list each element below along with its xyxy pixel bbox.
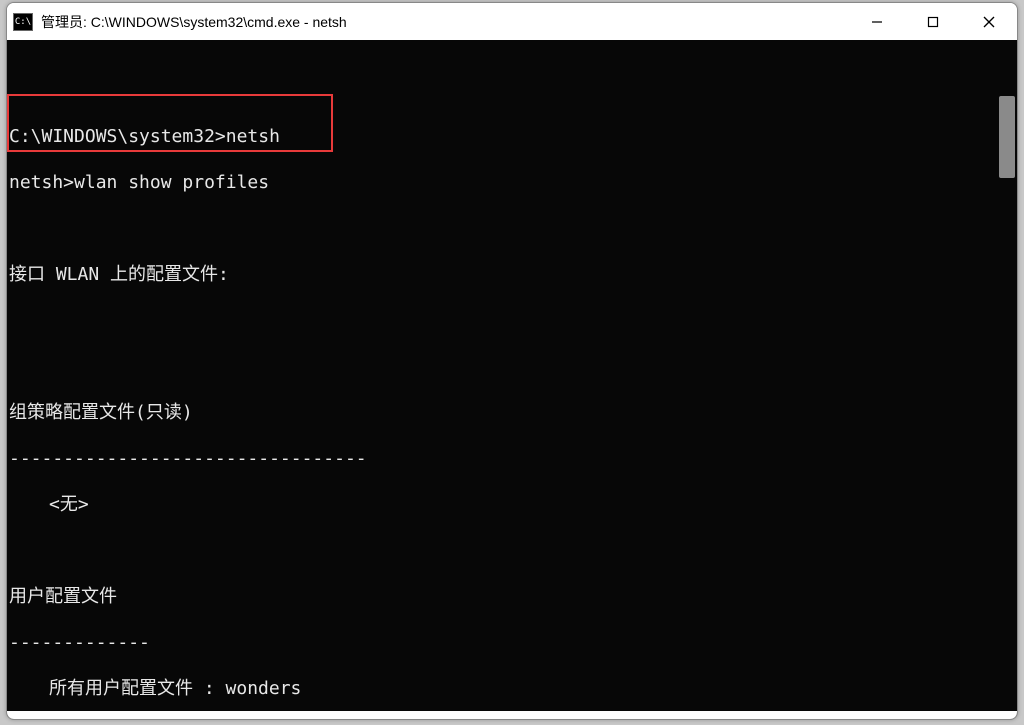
separator: --------------------------------- (7, 447, 1017, 470)
command-line-1: C:\WINDOWS\system32>netsh (7, 125, 1017, 148)
bottom-border (7, 711, 1017, 719)
group-policy-header: 组策略配置文件(只读) (7, 401, 1017, 424)
separator: ------------- (7, 631, 1017, 654)
profile-row: 所有用户配置文件 : wonders (7, 677, 1017, 700)
minimize-button[interactable] (849, 3, 905, 40)
scrollbar-thumb[interactable] (999, 96, 1015, 178)
close-button[interactable] (961, 3, 1017, 40)
titlebar[interactable]: C:\ 管理员: C:\WINDOWS\system32\cmd.exe - n… (7, 3, 1017, 40)
terminal[interactable]: C:\WINDOWS\system32>netsh netsh>wlan sho… (7, 40, 1017, 719)
cmd-window: C:\ 管理员: C:\WINDOWS\system32\cmd.exe - n… (6, 2, 1018, 720)
cmd-icon: C:\ (13, 13, 33, 31)
window-title: 管理员: C:\WINDOWS\system32\cmd.exe - netsh (41, 12, 347, 32)
interface-header: 接口 WLAN 上的配置文件: (7, 263, 1017, 286)
maximize-button[interactable] (905, 3, 961, 40)
user-profiles-header: 用户配置文件 (7, 585, 1017, 608)
command-line-2: netsh>wlan show profiles (7, 171, 1017, 194)
window-controls (849, 3, 1017, 40)
group-policy-none: <无> (7, 493, 1017, 516)
